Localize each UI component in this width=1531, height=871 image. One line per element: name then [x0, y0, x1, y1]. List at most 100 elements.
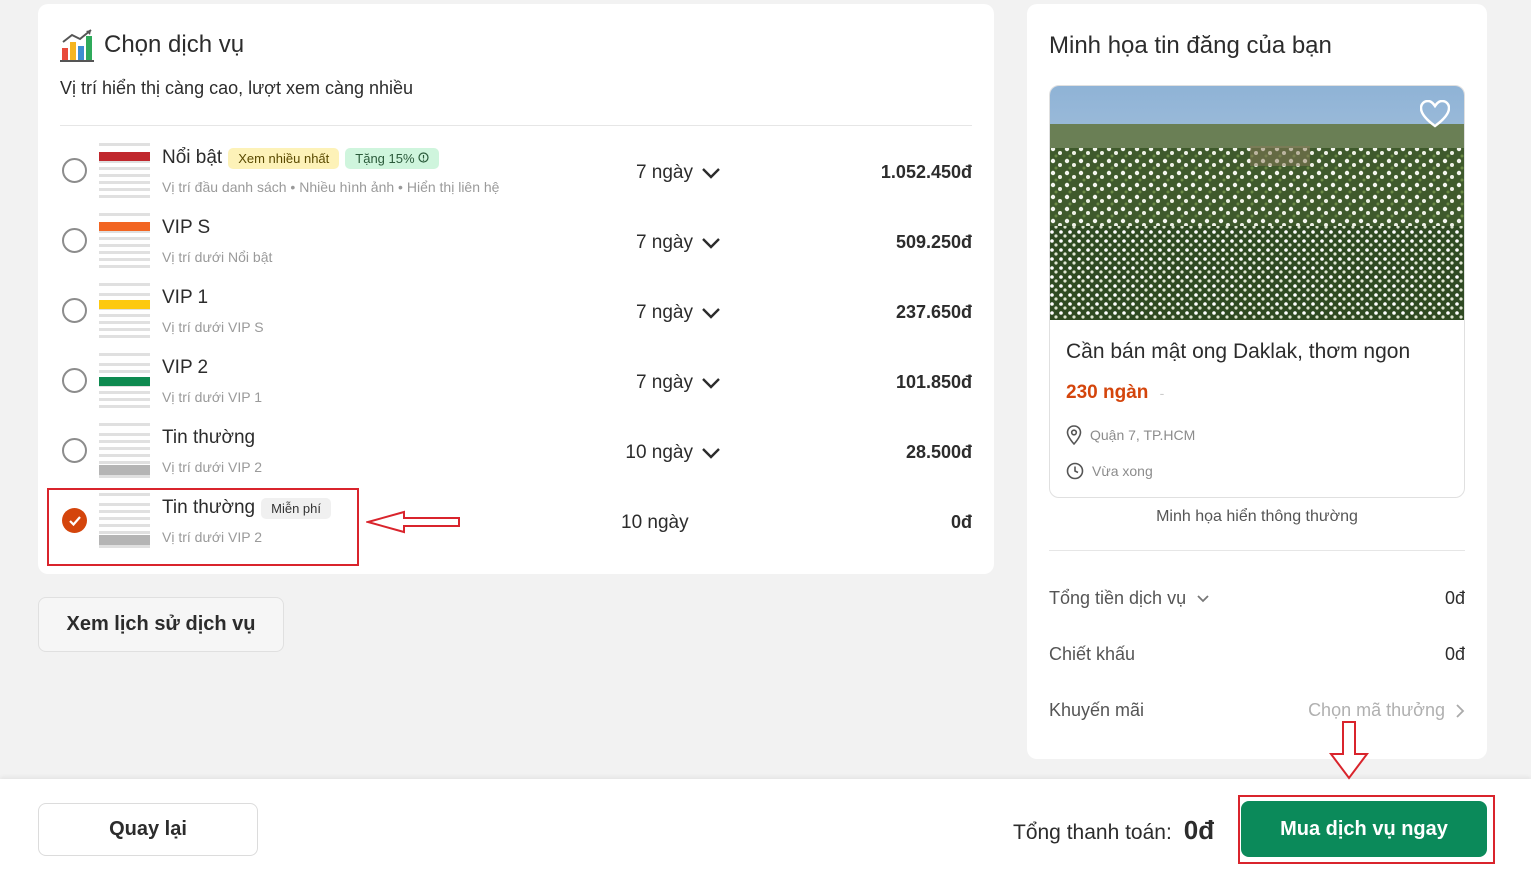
service-tier-thumbnail	[99, 423, 150, 478]
discount-label: Chiết khấu	[1049, 644, 1136, 664]
chart-icon	[60, 29, 94, 62]
service-badge: Tặng 15%	[345, 147, 439, 169]
duration-select[interactable]: 7 ngày	[611, 232, 721, 254]
service-price: 509.250đ	[895, 232, 972, 252]
listing-price: 230 ngàn -	[1066, 382, 1164, 404]
service-radio[interactable]	[62, 158, 87, 183]
service-subtitle: Vị trí hiển thị càng cao, lượt xem càng …	[60, 78, 414, 98]
service-description: Vị trí dưới VIP S	[162, 319, 264, 335]
discount-value: 0đ	[1444, 644, 1465, 664]
annotation-arrow-left-icon	[366, 510, 460, 534]
listing-photo	[1050, 86, 1464, 320]
service-radio[interactable]	[62, 438, 87, 463]
service-description: Vị trí đầu danh sách • Nhiều hình ảnh • …	[162, 179, 500, 195]
footer-bar: Quay lại Tổng thanh toán: 0đ Mua dịch vụ…	[0, 779, 1531, 871]
service-name-group: VIP S	[162, 217, 210, 239]
service-name-group: Nổi bật Xem nhiều nhất Tặng 15%	[162, 147, 439, 169]
total-label: Tổng thanh toán:	[1013, 821, 1172, 844]
service-name-group: VIP 2	[162, 357, 208, 379]
service-tier-thumbnail	[99, 283, 150, 338]
time-text: Vừa xong	[1092, 463, 1153, 479]
total-payment: Tổng thanh toán: 0đ	[1013, 815, 1214, 846]
annotation-arrow-down-icon	[1329, 721, 1369, 780]
service-title: Chọn dịch vụ	[104, 31, 245, 58]
service-name: VIP 2	[162, 357, 209, 378]
listing-location: Quận 7, TP.HCM	[1066, 425, 1195, 445]
chevron-down-icon[interactable]	[1196, 594, 1210, 604]
duration-text: 7 ngày	[635, 372, 693, 393]
chevron-down-icon[interactable]	[701, 307, 721, 319]
heart-icon[interactable]	[1420, 100, 1450, 128]
service-name: VIP 1	[162, 287, 209, 308]
service-option-row[interactable]: VIP 1 Vị trí dưới VIP S 7 ngày 237.650đ	[38, 279, 994, 349]
buy-service-button[interactable]: Mua dịch vụ ngay	[1241, 801, 1487, 857]
discount-row: Chiết khấu 0đ	[1049, 644, 1465, 665]
service-description: Vị trí dưới VIP 2	[162, 459, 262, 475]
promo-select[interactable]: Chọn mã thưởng	[1308, 700, 1465, 721]
service-price: 237.650đ	[895, 302, 972, 322]
listing-price-value: 230 ngàn	[1066, 382, 1149, 403]
service-description: Vị trí dưới Nổi bật	[162, 249, 273, 265]
service-price: 0đ	[950, 512, 972, 532]
duration-select: 10 ngày	[621, 512, 731, 534]
service-tier-thumbnail	[99, 143, 150, 198]
divider	[1049, 550, 1465, 551]
service-total-value: 0đ	[1444, 588, 1465, 608]
listing-price-separator: -	[1159, 385, 1165, 401]
total-value: 0đ	[1183, 815, 1215, 845]
service-option-row[interactable]: VIP 2 Vị trí dưới VIP 1 7 ngày 101.850đ	[38, 349, 994, 419]
promo-action[interactable]: Chọn mã thưởng	[1308, 700, 1445, 721]
service-header: Chọn dịch vụ	[60, 28, 244, 62]
listing-title: Cần bán mật ong Daklak, thơm ngon	[1066, 340, 1411, 363]
service-history-button[interactable]: Xem lịch sử dịch vụ	[38, 597, 284, 652]
service-option-row[interactable]: Tin thường Vị trí dưới VIP 2 10 ngày 28.500…	[38, 419, 994, 489]
listing-preview: Cần bán mật ong Daklak, thơm ngon 230 ng…	[1049, 85, 1465, 498]
coffee-field-image	[1050, 86, 1464, 320]
clock-icon	[1066, 462, 1084, 480]
service-name: Tin thường	[162, 427, 256, 448]
service-radio[interactable]	[62, 368, 87, 393]
chevron-down-icon[interactable]	[701, 447, 721, 459]
service-name-group: VIP 1	[162, 287, 208, 309]
service-badge-text: Tặng 15%	[355, 150, 415, 166]
chevron-down-icon[interactable]	[701, 167, 721, 179]
service-name: Nổi bật	[162, 147, 223, 168]
service-badge: Xem nhiều nhất	[228, 147, 340, 169]
service-price: 28.500đ	[905, 442, 972, 462]
service-badge-text: Xem nhiều nhất	[238, 150, 330, 166]
service-price: 1.052.450đ	[880, 162, 972, 182]
promo-label: Khuyến mãi	[1049, 700, 1145, 720]
duration-text: 7 ngày	[635, 302, 693, 323]
duration-select[interactable]: 7 ngày	[611, 162, 721, 184]
location-text: Quận 7, TP.HCM	[1090, 427, 1196, 443]
preview-caption: Minh họa hiển thông thường	[1156, 508, 1358, 525]
preview-title: Minh họa tin đăng của bạn	[1049, 32, 1332, 59]
service-description: Vị trí dưới VIP 1	[162, 389, 262, 405]
chevron-down-icon[interactable]	[701, 237, 721, 249]
service-price: 101.850đ	[895, 372, 972, 392]
chevron-down-icon[interactable]	[701, 377, 721, 389]
promo-row[interactable]: Khuyến mãi Chọn mã thưởng	[1049, 700, 1465, 721]
duration-text: 7 ngày	[635, 162, 693, 183]
service-total-label: Tổng tiền dịch vụ	[1049, 588, 1187, 608]
service-tier-thumbnail	[99, 213, 150, 268]
duration-select[interactable]: 7 ngày	[611, 372, 721, 394]
back-button[interactable]: Quay lại	[38, 803, 258, 856]
duration-select[interactable]: 7 ngày	[611, 302, 721, 324]
service-name-group: Tin thường	[162, 427, 255, 449]
service-total-row[interactable]: Tổng tiền dịch vụ 0đ	[1049, 588, 1465, 609]
service-radio[interactable]	[62, 298, 87, 323]
service-option-row[interactable]: VIP S Vị trí dưới Nổi bật 7 ngày 509.250đ	[38, 209, 994, 279]
duration-text: 7 ngày	[635, 232, 693, 253]
service-name: VIP S	[162, 217, 211, 238]
service-radio[interactable]	[62, 228, 87, 253]
duration-select[interactable]: 10 ngày	[611, 442, 721, 464]
service-tier-thumbnail	[99, 353, 150, 408]
chevron-right-icon[interactable]	[1455, 703, 1465, 719]
service-option-row[interactable]: Nổi bật Xem nhiều nhất Tặng 15% Vị trí đầu …	[38, 139, 994, 209]
info-icon[interactable]	[417, 151, 429, 163]
duration-text: 10 ngày	[621, 512, 689, 533]
listing-time: Vừa xong	[1066, 462, 1153, 480]
duration-text: 10 ngày	[625, 442, 693, 463]
annotation-highlight-box	[47, 488, 359, 566]
